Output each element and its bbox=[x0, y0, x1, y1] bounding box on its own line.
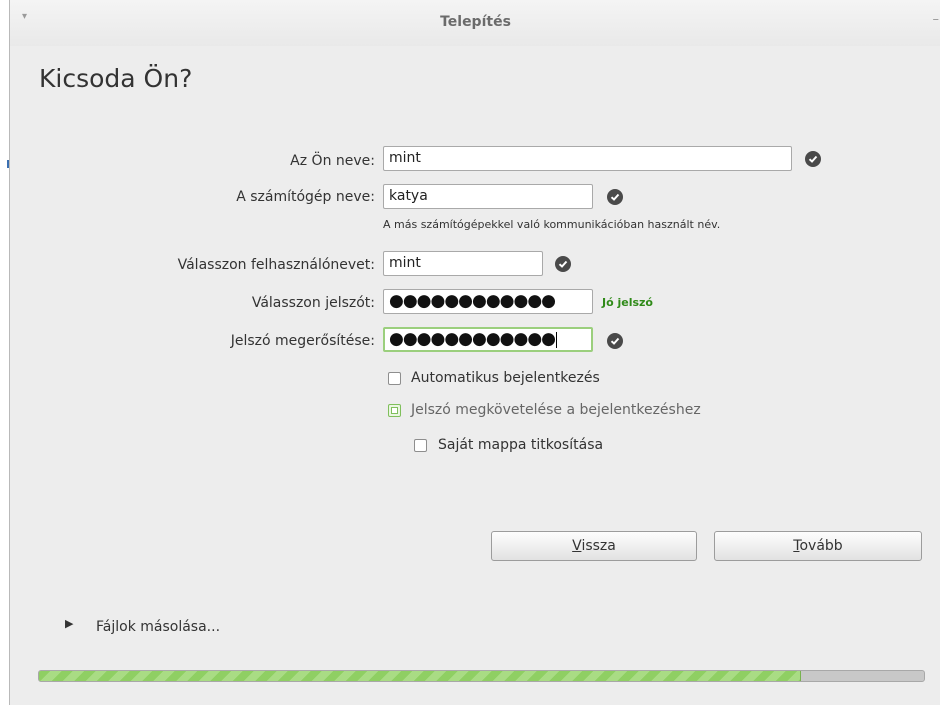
name-value: mint bbox=[389, 150, 421, 166]
back-button[interactable]: Vissza bbox=[491, 531, 697, 561]
forward-button-label: ovább bbox=[799, 538, 843, 554]
computer-name-hint: A más számítógépekkel való kommunikációb… bbox=[383, 218, 721, 231]
title-bar[interactable]: ▾ Telepítés – bbox=[10, 0, 940, 46]
computer-name-value: katya bbox=[389, 188, 428, 204]
name-valid-check-icon bbox=[805, 151, 821, 167]
progress-fill bbox=[39, 671, 802, 681]
back-button-label: issza bbox=[581, 538, 616, 554]
forward-button[interactable]: Tovább bbox=[714, 531, 922, 561]
computer-name-valid-check-icon bbox=[607, 189, 623, 205]
confirm-password-field[interactable]: ●●●●●●●●●●●● bbox=[383, 327, 593, 352]
confirm-password-valid-check-icon bbox=[607, 333, 623, 349]
encrypt-home-label[interactable]: Saját mappa titkosítása bbox=[438, 437, 603, 453]
autologin-checkbox[interactable] bbox=[388, 372, 401, 385]
username-value: mint bbox=[389, 255, 421, 271]
password-masked-value: ●●●●●●●●●●●● bbox=[389, 291, 556, 311]
password-strength-indicator: Jó jelszó bbox=[602, 296, 653, 309]
require-password-checkbox[interactable] bbox=[388, 404, 401, 417]
password-label: Válasszon jelszót: bbox=[251, 295, 375, 311]
encrypt-home-checkbox[interactable] bbox=[414, 439, 427, 452]
minimize-icon[interactable]: – bbox=[933, 12, 940, 27]
computer-name-label: A számítógép neve: bbox=[236, 189, 375, 205]
text-caret bbox=[556, 332, 558, 348]
name-field[interactable]: mint bbox=[383, 146, 792, 171]
username-valid-check-icon bbox=[555, 256, 571, 272]
username-field[interactable]: mint bbox=[383, 251, 543, 276]
expander-triangle-icon[interactable]: ▶ bbox=[65, 617, 73, 630]
confirm-password-masked-value: ●●●●●●●●●●●● bbox=[389, 329, 556, 349]
window-title: Telepítés bbox=[440, 14, 511, 30]
autologin-label[interactable]: Automatikus bejelentkezés bbox=[411, 370, 600, 386]
username-label: Válasszon felhasználónevet: bbox=[177, 257, 375, 273]
require-password-label[interactable]: Jelszó megkövetelése a bejelentkezéshez bbox=[411, 402, 701, 418]
install-progress-bar bbox=[38, 670, 925, 682]
copy-status-label[interactable]: Fájlok másolása... bbox=[96, 619, 220, 635]
computer-name-field[interactable]: katya bbox=[383, 184, 593, 209]
installer-window: ▾ Telepítés – Kicsoda Ön? Az Ön neve: mi… bbox=[9, 0, 940, 705]
name-label: Az Ön neve: bbox=[290, 153, 375, 169]
confirm-password-label: Jelszó megerősítése: bbox=[230, 333, 375, 349]
password-field[interactable]: ●●●●●●●●●●●● bbox=[383, 289, 593, 314]
page-title: Kicsoda Ön? bbox=[39, 64, 193, 93]
